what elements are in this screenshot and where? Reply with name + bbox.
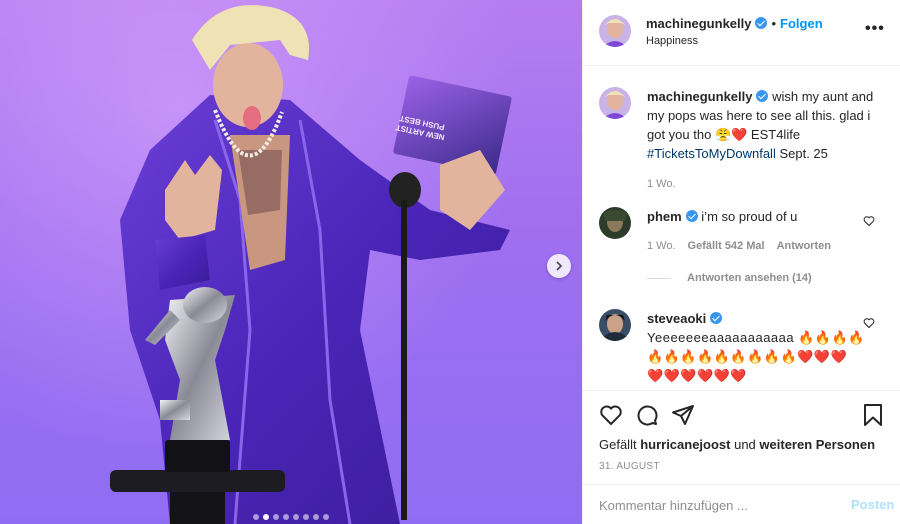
next-image-button[interactable]: [547, 254, 571, 278]
comment-input[interactable]: [599, 495, 829, 515]
more-dots-icon[interactable]: •••: [865, 20, 885, 38]
comment-text-line-2: 🔥🔥🔥🔥🔥🔥🔥🔥🔥❤️❤️❤️: [647, 349, 848, 364]
comment-body: phem i’m so proud of u 1 Wo. Gefällt 542…: [647, 207, 875, 256]
comment-body: steveaoki Yeeeeeeeaaaaaaaaaaa 🔥🔥🔥🔥 🔥🔥🔥🔥🔥…: [647, 309, 875, 385]
statue-base: [165, 440, 230, 472]
liked-by-user[interactable]: hurricanejoost: [640, 437, 730, 452]
post-sidebar: machinegunkelly • Folgen Happiness ••• mac…: [582, 0, 900, 524]
post-date[interactable]: 31. AUGUST: [599, 461, 660, 472]
comment-icon[interactable]: [635, 403, 659, 427]
reply-button[interactable]: Antworten: [777, 237, 831, 256]
caption-tail: Sept. 25: [775, 146, 828, 161]
avatar[interactable]: [599, 309, 631, 341]
location-link[interactable]: Happiness: [646, 35, 698, 47]
verified-badge-icon: [710, 312, 723, 324]
comment-text-line-3: ❤️❤️❤️❤️❤️❤️: [647, 368, 748, 383]
bookmark-icon[interactable]: [861, 403, 885, 427]
podium-top: [110, 470, 285, 492]
carousel-dot: [303, 514, 309, 520]
comment-likes[interactable]: Gefällt 542 Mal: [688, 237, 765, 256]
post-comment-button[interactable]: Posten: [851, 497, 894, 512]
heart-icon[interactable]: [599, 403, 623, 427]
comment-text: i’m so proud of u: [701, 209, 798, 224]
comment-time: 1 Wo.: [647, 240, 676, 252]
comment-username[interactable]: steveaoki: [647, 311, 706, 326]
carousel-dot: [263, 514, 269, 520]
post-header: machinegunkelly • Folgen Happiness •••: [583, 0, 900, 66]
header-username[interactable]: machinegunkelly: [646, 16, 751, 31]
mic-stand: [401, 200, 407, 520]
separator-dot: •: [771, 16, 777, 31]
verified-badge-icon: [756, 90, 769, 102]
verified-badge-icon: [685, 210, 698, 222]
carousel-dot: [283, 514, 289, 520]
caption-hashtag[interactable]: #TicketsToMyDownfall: [647, 146, 776, 161]
likes-prefix: Gefällt: [599, 437, 641, 452]
follow-button[interactable]: Folgen: [780, 16, 823, 31]
avatar[interactable]: [599, 87, 631, 119]
carousel-dot: [313, 514, 319, 520]
avatar[interactable]: [599, 15, 631, 47]
header-username-row: machinegunkelly • Folgen: [646, 16, 823, 31]
carousel-dot: [293, 514, 299, 520]
likes-summary: Gefällt hurricanejoost und weiteren Pers…: [599, 437, 875, 452]
tongue: [243, 106, 261, 130]
comment-text: Yeeeeeeeaaaaaaaaaaa 🔥🔥🔥🔥: [647, 330, 865, 345]
carousel-dot: [323, 514, 329, 520]
like-comment-heart-icon[interactable]: [863, 215, 875, 227]
chevron-right-icon: [556, 261, 563, 271]
carousel-dot: [253, 514, 259, 520]
likes-middle: und: [730, 437, 760, 452]
post-image[interactable]: PUSH BEST NEW ARTIST: [0, 0, 582, 524]
action-bar: Gefällt hurricanejoost und weiteren Pers…: [583, 390, 900, 480]
performer-photo: PUSH BEST NEW ARTIST: [110, 5, 512, 524]
replies-divider: [647, 277, 671, 279]
caption-meta: 1 Wo.: [647, 175, 875, 194]
share-icon[interactable]: [671, 403, 695, 427]
verified-badge-icon: [755, 17, 768, 29]
comment-username[interactable]: phem: [647, 209, 682, 224]
other-likers[interactable]: weiteren Personen: [759, 437, 875, 452]
carousel-dot: [273, 514, 279, 520]
caption-time: 1 Wo.: [647, 178, 676, 190]
like-comment-heart-icon[interactable]: [863, 317, 875, 329]
carousel-indicator: [0, 514, 582, 520]
comments-list: machinegunkelly wish my aunt and my pops…: [583, 67, 900, 389]
avatar[interactable]: [599, 207, 631, 239]
add-comment-bar: Posten: [583, 484, 900, 524]
view-replies-button[interactable]: Antworten ansehen (14): [647, 272, 812, 284]
view-replies-label: Antworten ansehen (14): [687, 272, 812, 284]
instagram-post: PUSH BEST NEW ARTIST machinegunkelly • F…: [0, 0, 900, 524]
comment-meta: 1 Wo. Gefällt 542 Mal Antworten: [647, 237, 875, 256]
caption-username[interactable]: machinegunkelly: [647, 89, 752, 104]
caption-body: machinegunkelly wish my aunt and my pops…: [647, 87, 875, 194]
